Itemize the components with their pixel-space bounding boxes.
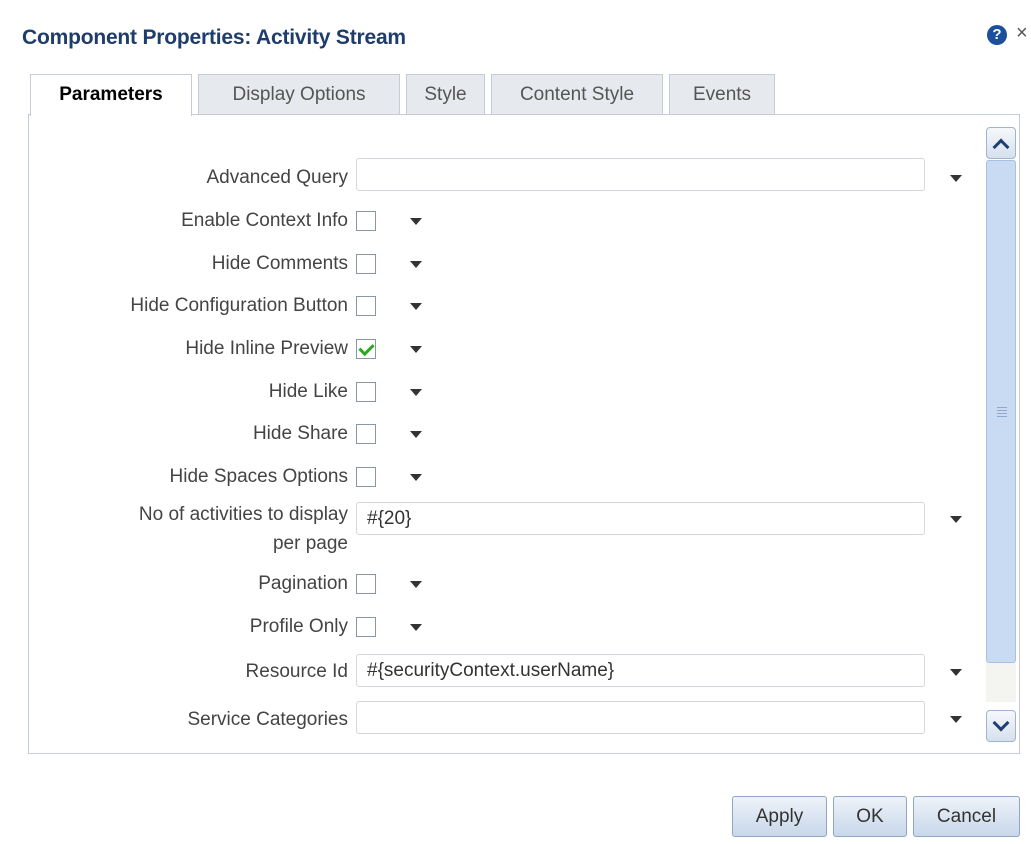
scrollbar-thumb[interactable] (986, 160, 1016, 663)
enable-context-info-label: Enable Context Info (181, 210, 348, 231)
chevron-down-icon (992, 714, 1010, 732)
hide-spaces-options-dropdown-icon[interactable] (410, 474, 422, 481)
profile-only-label: Profile Only (249, 616, 348, 637)
activities-per-page-dropdown-icon[interactable] (950, 516, 962, 523)
profile-only-checkbox[interactable] (356, 617, 376, 637)
service-categories-label: Service Categories (187, 709, 348, 730)
hide-like-checkbox[interactable] (356, 382, 376, 402)
help-icon[interactable]: ? (987, 25, 1007, 45)
pagination-dropdown-icon[interactable] (410, 581, 422, 588)
hide-comments-dropdown-icon[interactable] (410, 261, 422, 268)
scroll-up-button[interactable] (986, 127, 1016, 159)
activities-per-page-label-line1: No of activities to display (138, 504, 348, 525)
enable-context-info-dropdown-icon[interactable] (410, 218, 422, 225)
hide-like-dropdown-icon[interactable] (410, 389, 422, 396)
apply-button[interactable]: Apply (732, 796, 827, 837)
hide-configuration-button-checkbox[interactable] (356, 296, 376, 316)
tab-events[interactable]: Events (669, 74, 775, 114)
dialog-title: Component Properties: Activity Stream (22, 26, 406, 49)
resource-id-input[interactable]: #{securityContext.userName} (356, 654, 925, 687)
hide-comments-checkbox[interactable] (356, 254, 376, 274)
activities-per-page-input[interactable]: #{20} (356, 502, 925, 535)
grip-icon (997, 407, 1007, 419)
vertical-scrollbar[interactable] (986, 127, 1016, 747)
advanced-query-input[interactable] (356, 158, 925, 191)
hide-comments-label: Hide Comments (211, 253, 348, 274)
hide-configuration-button-dropdown-icon[interactable] (410, 303, 422, 310)
activities-per-page-label-line2: per page (272, 533, 348, 554)
service-categories-input[interactable] (356, 701, 925, 734)
tab-content-style[interactable]: Content Style (491, 74, 663, 114)
tab-parameters[interactable]: Parameters (30, 74, 192, 116)
tab-display-options[interactable]: Display Options (198, 74, 400, 114)
resource-id-label: Resource Id (245, 661, 348, 682)
hide-share-checkbox[interactable] (356, 424, 376, 444)
tab-style[interactable]: Style (406, 74, 485, 114)
service-categories-dropdown-icon[interactable] (950, 716, 962, 723)
hide-inline-preview-checkbox[interactable] (356, 339, 376, 359)
hide-spaces-options-label: Hide Spaces Options (169, 466, 349, 487)
pagination-label: Pagination (258, 573, 348, 594)
hide-like-label: Hide Like (268, 381, 348, 402)
close-icon[interactable]: × (1016, 22, 1028, 45)
resource-id-dropdown-icon[interactable] (950, 669, 962, 676)
pagination-checkbox[interactable] (356, 574, 376, 594)
chevron-up-icon (992, 138, 1010, 156)
cancel-button[interactable]: Cancel (913, 796, 1020, 837)
profile-only-dropdown-icon[interactable] (410, 624, 422, 631)
hide-configuration-button-label: Hide Configuration Button (130, 295, 348, 316)
hide-inline-preview-label: Hide Inline Preview (185, 338, 348, 359)
hide-share-dropdown-icon[interactable] (410, 431, 422, 438)
hide-spaces-options-checkbox[interactable] (356, 467, 376, 487)
enable-context-info-checkbox[interactable] (356, 211, 376, 231)
scroll-down-button[interactable] (986, 710, 1016, 742)
hide-inline-preview-dropdown-icon[interactable] (410, 346, 422, 353)
ok-button[interactable]: OK (833, 796, 907, 837)
advanced-query-dropdown-icon[interactable] (950, 175, 962, 182)
advanced-query-label: Advanced Query (206, 167, 348, 188)
hide-share-label: Hide Share (252, 423, 348, 444)
